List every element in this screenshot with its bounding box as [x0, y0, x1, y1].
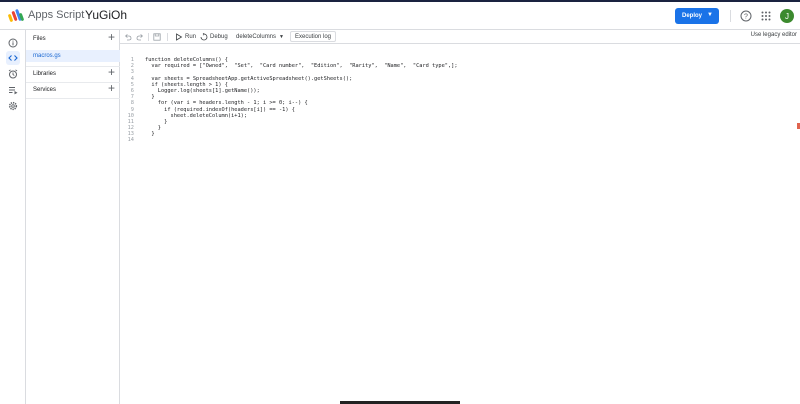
- google-apps-icon[interactable]: [761, 11, 771, 21]
- editor-icon[interactable]: [6, 51, 20, 65]
- files-section-header: Files +: [26, 31, 120, 45]
- deploy-label: Deploy: [682, 13, 703, 19]
- services-section-header: Services +: [26, 82, 120, 96]
- left-nav-rail: [0, 30, 26, 404]
- svg-text:?: ?: [744, 14, 748, 21]
- add-file-icon[interactable]: +: [108, 31, 115, 43]
- avatar[interactable]: J: [780, 9, 794, 23]
- section-divider: [26, 66, 120, 67]
- settings-icon[interactable]: [6, 99, 20, 113]
- header-divider: [730, 10, 731, 22]
- code-text: Logger.log(sheets[1].getName());: [145, 87, 260, 94]
- run-button[interactable]: Run: [175, 32, 196, 42]
- section-divider: [26, 98, 120, 99]
- execution-log-button[interactable]: Execution log: [290, 31, 337, 42]
- section-divider: [26, 82, 120, 83]
- project-title[interactable]: YuGiOh: [85, 8, 127, 22]
- run-label: Run: [185, 34, 197, 40]
- code-text: }: [145, 131, 155, 138]
- debug-icon: [200, 33, 208, 41]
- play-icon: [176, 33, 183, 41]
- redo-icon[interactable]: [136, 32, 144, 42]
- deploy-button[interactable]: Deploy ▼: [675, 8, 719, 24]
- services-label: Services: [33, 87, 57, 93]
- add-service-icon[interactable]: +: [108, 82, 115, 94]
- libraries-label: Libraries: [33, 71, 57, 77]
- debug-button[interactable]: Debug: [200, 32, 228, 42]
- caret-down-icon: ▼: [279, 34, 284, 40]
- save-icon[interactable]: [153, 32, 161, 42]
- function-select-value: deleteColumns: [236, 34, 277, 40]
- file-item-macros[interactable]: macros.gs: [26, 50, 120, 62]
- avatar-letter: J: [785, 11, 789, 21]
- triggers-icon[interactable]: [6, 67, 20, 81]
- files-panel: Files + macros.gs Libraries + Services +: [26, 30, 120, 404]
- function-select[interactable]: deleteColumns ▼: [236, 32, 284, 42]
- debug-label: Debug: [210, 34, 228, 40]
- overview-icon[interactable]: [6, 36, 20, 50]
- files-label: Files: [33, 36, 46, 42]
- toolbar-divider: [167, 33, 168, 41]
- file-name: macros.gs: [33, 53, 61, 59]
- toolbar-divider: [148, 33, 149, 41]
- line-number: 14: [127, 137, 134, 144]
- code-editor[interactable]: 1 function deleteColumns() {2 var require…: [120, 44, 800, 404]
- app-header: Apps Script YuGiOh Deploy ▼ ? J: [0, 2, 800, 30]
- editor-toolbar: Run Debug deleteColumns ▼ Execution log …: [120, 30, 800, 44]
- caret-down-icon: ▼: [707, 12, 713, 18]
- app-name[interactable]: Apps Script: [28, 9, 84, 21]
- apps-script-logo-icon: [8, 9, 24, 22]
- use-legacy-editor-link[interactable]: Use legacy editor: [751, 32, 797, 38]
- execution-log-label: Execution log: [295, 33, 332, 40]
- help-icon[interactable]: ?: [740, 10, 752, 22]
- add-library-icon[interactable]: +: [108, 66, 115, 78]
- executions-icon[interactable]: [6, 83, 20, 97]
- undo-icon[interactable]: [124, 32, 132, 42]
- code-text: var required = ["Owned", "Set", "Card nu…: [145, 63, 458, 70]
- libraries-section-header: Libraries +: [26, 66, 120, 80]
